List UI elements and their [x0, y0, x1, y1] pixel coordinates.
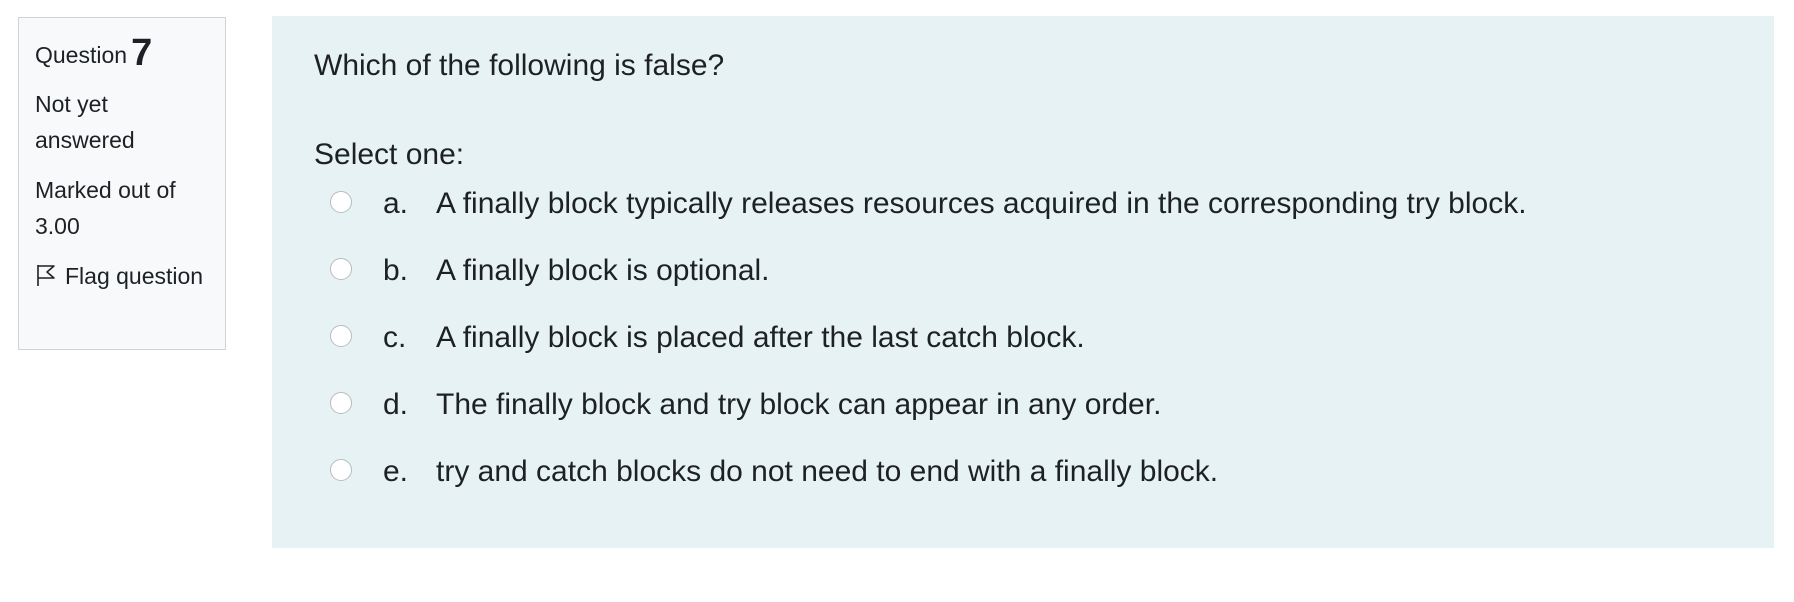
answer-letter: d. — [383, 388, 409, 421]
answer-text[interactable]: try and catch blocks do not need to end … — [436, 452, 1218, 492]
answer-letter: c. — [383, 321, 407, 354]
radio-button-icon[interactable] — [330, 325, 352, 347]
radio-button-icon[interactable] — [330, 459, 352, 481]
answer-letter: e. — [383, 455, 409, 488]
question-text: Which of the following is false? — [314, 49, 725, 82]
answer-option-a[interactable]: a. A finally block typically releases re… — [330, 184, 1527, 251]
radio-button-icon[interactable] — [330, 392, 352, 414]
question-number: 7 — [131, 32, 153, 74]
flag-icon — [37, 265, 55, 286]
flag-question-toggle[interactable]: Flag question — [35, 258, 209, 294]
question-grade: Marked out of 3.00 — [35, 177, 176, 239]
question-word: Question — [35, 42, 128, 68]
question-info-panel: Question 7 Not yet answered Marked out of… — [18, 17, 226, 350]
answer-option-c[interactable]: c. A finally block is placed after the l… — [330, 318, 1527, 385]
answer-option-e[interactable]: e. try and catch blocks do not need to e… — [330, 452, 1527, 519]
flag-question-label: Flag question — [65, 263, 204, 289]
answer-letter: b. — [383, 254, 409, 287]
answer-list: a. A finally block typically releases re… — [330, 184, 1527, 519]
answer-text[interactable]: A finally block is optional. — [436, 251, 770, 291]
question-number-heading: Question 7 — [35, 34, 209, 72]
question-content-panel: Which of the following is false? Select … — [272, 16, 1774, 548]
answer-text[interactable]: A finally block typically releases resou… — [436, 184, 1527, 224]
answer-text[interactable]: The finally block and try block can appe… — [436, 385, 1161, 425]
radio-button-icon[interactable] — [330, 258, 352, 280]
radio-button-icon[interactable] — [330, 191, 352, 213]
answer-text[interactable]: A finally block is placed after the last… — [436, 318, 1085, 358]
select-one-prompt: Select one: — [314, 138, 465, 171]
question-state: Not yet answered — [35, 91, 135, 153]
answer-option-b[interactable]: b. A finally block is optional. — [330, 251, 1527, 318]
answer-option-d[interactable]: d. The finally block and try block can a… — [330, 385, 1527, 452]
answer-letter: a. — [383, 187, 409, 220]
